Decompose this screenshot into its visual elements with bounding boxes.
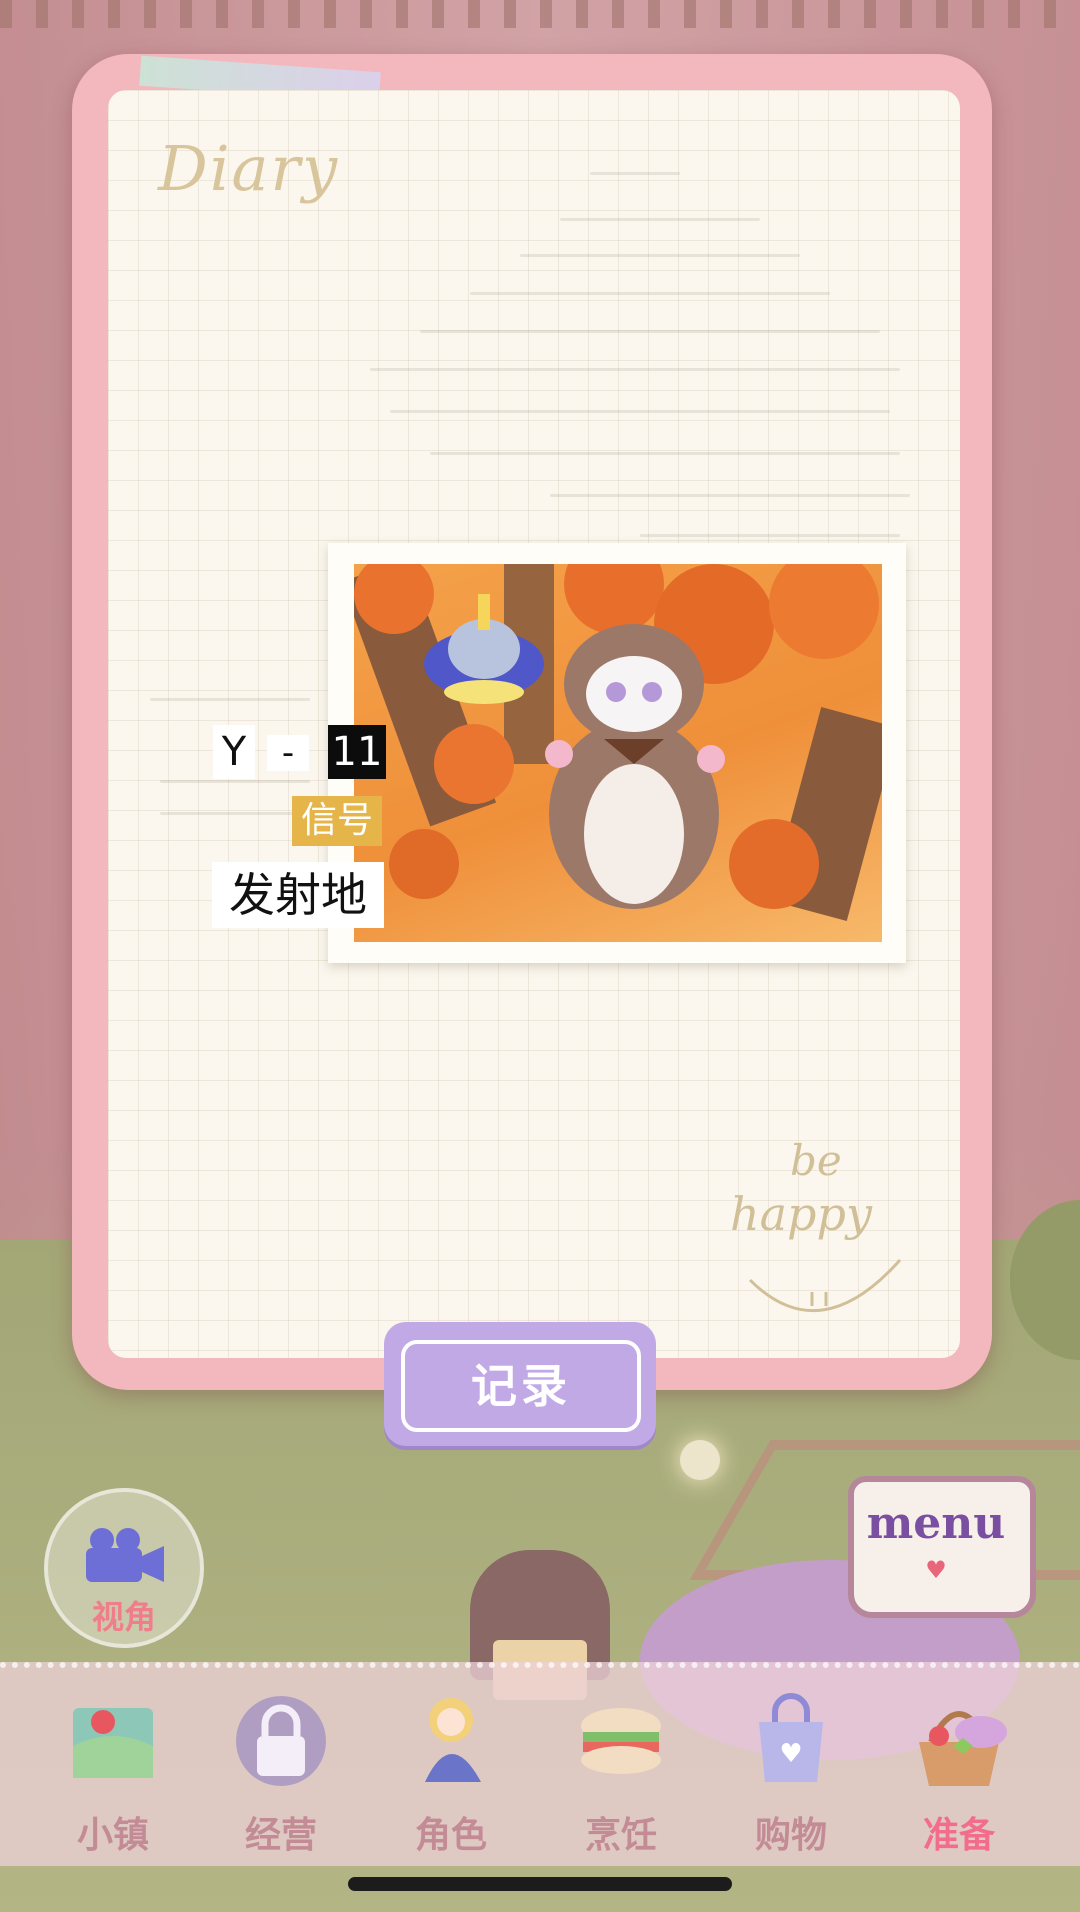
svg-text:♥: ♥ xyxy=(779,1739,802,1769)
signal-code-letter: Y xyxy=(213,725,255,779)
record-button-border: 记录 xyxy=(401,1340,641,1432)
menu-button[interactable]: menu ♥ xyxy=(848,1468,1036,1618)
view-angle-label: 视角 xyxy=(91,1598,156,1636)
sandwich-icon xyxy=(581,1708,661,1774)
nav-item-cooking[interactable]: 烹饪 xyxy=(546,1686,696,1862)
basket-icon xyxy=(919,1711,1007,1786)
nav-item-shopping[interactable]: ♥ 购物 xyxy=(716,1686,866,1862)
origin-label: 发射地 xyxy=(212,862,384,928)
signal-code-dash: - xyxy=(267,735,309,771)
nav-label: 准备 xyxy=(922,1815,995,1856)
nav-label: 购物 xyxy=(754,1815,827,1856)
character-icon xyxy=(425,1698,481,1782)
record-button[interactable]: 记录 xyxy=(384,1322,656,1446)
video-camera-icon xyxy=(86,1528,164,1582)
nav-item-town[interactable]: 小镇 xyxy=(38,1686,188,1862)
bow-icon: ♥ xyxy=(925,1556,947,1584)
photo-illustration xyxy=(354,564,882,921)
signature-word-1: be xyxy=(790,1136,842,1185)
nav-label: 角色 xyxy=(414,1815,487,1856)
nav-item-prepare[interactable]: 准备 xyxy=(884,1686,1034,1862)
nav-label: 小镇 xyxy=(76,1815,149,1856)
signature-doodle: be happy xyxy=(730,1136,902,1312)
lock-icon xyxy=(236,1696,326,1786)
nav-label: 经营 xyxy=(244,1815,317,1856)
shopping-bag-icon: ♥ xyxy=(759,1693,823,1782)
map-icon xyxy=(73,1708,153,1778)
bottom-nav: 小镇 经营 角色 烹饪 ♥ 购物 准备 xyxy=(0,1662,1080,1866)
nav-item-character[interactable]: 角色 xyxy=(376,1686,526,1862)
signal-label: 信号 xyxy=(292,796,382,846)
nav-item-business[interactable]: 经营 xyxy=(206,1686,356,1862)
record-button-label: 记录 xyxy=(471,1359,571,1413)
signature-word-2: happy xyxy=(730,1187,873,1241)
nav-label: 烹饪 xyxy=(584,1815,657,1856)
autumn-photo xyxy=(354,564,882,942)
diary-title: Diary xyxy=(158,132,340,205)
signal-code-number: 11 xyxy=(328,725,386,779)
home-indicator[interactable] xyxy=(348,1877,732,1891)
menu-label: menu xyxy=(866,1498,1006,1549)
view-angle-button[interactable]: 视角 xyxy=(44,1488,204,1648)
